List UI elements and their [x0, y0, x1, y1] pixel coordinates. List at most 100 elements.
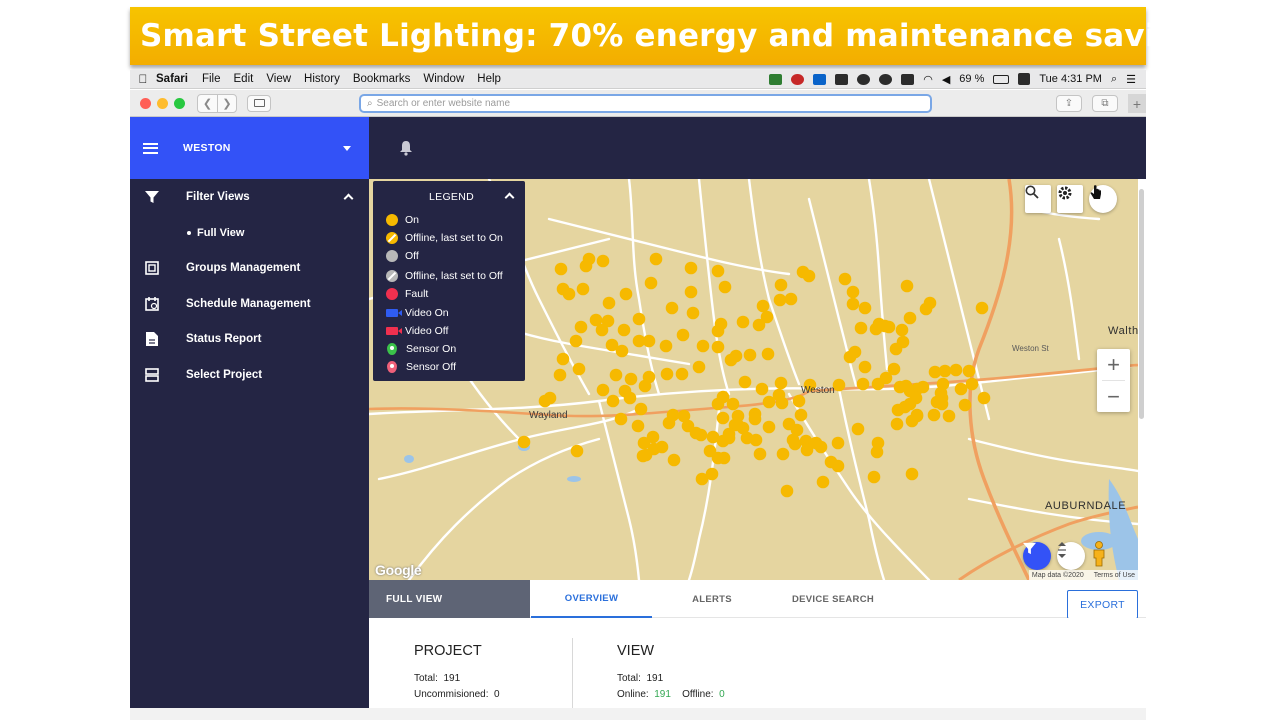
streetlight-marker[interactable] — [637, 436, 651, 450]
menu-file[interactable]: File — [202, 73, 221, 85]
streetlight-marker[interactable] — [962, 364, 976, 378]
streetlight-marker[interactable] — [738, 375, 752, 389]
menubar-clock[interactable]: Tue 4:31 PM — [1039, 73, 1102, 85]
tab-overview[interactable]: OVERVIEW — [531, 580, 652, 618]
export-button[interactable]: EXPORT — [1067, 590, 1138, 619]
streetlight-marker[interactable] — [615, 344, 629, 358]
streetlight-marker[interactable] — [743, 348, 757, 362]
dropbox-icon[interactable] — [813, 73, 827, 85]
share-button[interactable]: ⇪ — [1056, 95, 1082, 112]
notification-badge-icon[interactable] — [791, 73, 805, 85]
streetlight-marker[interactable] — [689, 426, 703, 440]
streetlight-marker[interactable] — [666, 408, 680, 422]
notifications-bell-icon[interactable] — [399, 140, 413, 161]
streetlight-marker[interactable] — [895, 323, 909, 337]
streetlight-marker[interactable] — [649, 252, 663, 266]
nav-schedule-management[interactable]: Schedule Management — [130, 286, 369, 322]
map-expand-button[interactable] — [1057, 542, 1085, 570]
streetlight-marker[interactable] — [831, 436, 845, 450]
streetlight-marker[interactable] — [782, 417, 796, 431]
streetlight-marker[interactable] — [882, 320, 896, 334]
nav-status-report[interactable]: Status Report — [130, 322, 369, 358]
streetlight-marker[interactable] — [780, 484, 794, 498]
streetlight-marker[interactable] — [858, 301, 872, 315]
streetlight-marker[interactable] — [576, 282, 590, 296]
zoom-out-button[interactable]: − — [1097, 381, 1130, 412]
streetlight-marker[interactable] — [684, 261, 698, 275]
streetlight-marker[interactable] — [965, 377, 979, 391]
streetlight-marker[interactable] — [596, 383, 610, 397]
streetlight-marker[interactable] — [696, 339, 710, 353]
streetlight-marker[interactable] — [975, 301, 989, 315]
streetlight-marker[interactable] — [794, 408, 808, 422]
volume-icon[interactable]: ◀ — [942, 73, 950, 86]
nav-select-project[interactable]: Select Project — [130, 357, 369, 393]
streetlight-marker[interactable] — [692, 360, 706, 374]
streetlight-marker[interactable] — [753, 447, 767, 461]
upload-icon[interactable] — [769, 73, 783, 85]
streetlight-marker[interactable] — [786, 433, 800, 447]
streetlight-marker[interactable] — [977, 391, 991, 405]
streetlight-marker[interactable] — [949, 363, 963, 377]
battery-icon[interactable] — [993, 74, 1010, 84]
new-tab-button[interactable]: + — [1128, 94, 1146, 113]
streetlight-marker[interactable] — [891, 403, 905, 417]
streetlight-marker[interactable] — [762, 395, 776, 409]
streetlight-marker[interactable] — [927, 408, 941, 422]
wifi-icon[interactable]: ◠ — [923, 73, 933, 86]
nav-full-view[interactable]: Full View — [130, 215, 369, 251]
streetlight-marker[interactable] — [838, 272, 852, 286]
streetlight-marker[interactable] — [905, 467, 919, 481]
minimize-window-icon[interactable] — [157, 97, 168, 109]
forward-button[interactable]: ❯ — [217, 94, 236, 112]
streetlight-marker[interactable] — [717, 451, 731, 465]
streetlight-marker[interactable] — [667, 453, 681, 467]
tab-device-search[interactable]: DEVICE SEARCH — [779, 580, 887, 618]
streetlight-marker[interactable] — [930, 395, 944, 409]
streetlight-marker[interactable] — [718, 280, 732, 294]
streetlight-marker[interactable] — [755, 382, 769, 396]
apple-icon[interactable]:  — [130, 72, 156, 86]
map-scrollbar[interactable] — [1138, 179, 1146, 580]
streetlight-marker[interactable] — [659, 339, 673, 353]
map-search-button[interactable] — [1025, 185, 1051, 213]
streetlight-marker[interactable] — [762, 420, 776, 434]
zoom-in-button[interactable]: + — [1097, 349, 1130, 380]
streetlight-marker[interactable] — [774, 278, 788, 292]
streetlight-marker[interactable] — [729, 349, 743, 363]
streetlight-marker[interactable] — [900, 279, 914, 293]
streetlight-marker[interactable] — [816, 475, 830, 489]
address-bar[interactable]: ⌕ Search or enter website name — [359, 94, 932, 113]
streetlight-marker[interactable] — [954, 382, 968, 396]
streetlight-marker[interactable] — [784, 292, 798, 306]
streetlight-marker[interactable] — [761, 347, 775, 361]
streetlight-marker[interactable] — [579, 259, 593, 273]
streetlight-marker[interactable] — [726, 397, 740, 411]
streetlight-marker[interactable] — [889, 342, 903, 356]
tab-alerts[interactable]: ALERTS — [669, 580, 755, 618]
streetlight-marker[interactable] — [569, 334, 583, 348]
streetlight-marker[interactable] — [572, 362, 586, 376]
streetlight-marker[interactable] — [596, 254, 610, 268]
streetlight-marker[interactable] — [775, 396, 789, 410]
streetlight-marker[interactable] — [831, 459, 845, 473]
screen-icon[interactable] — [835, 73, 849, 85]
streetlight-marker[interactable] — [774, 376, 788, 390]
streetlight-marker[interactable] — [851, 422, 865, 436]
map-view[interactable]: LEGEND On Offline, last set to On Off Of… — [369, 179, 1138, 580]
streetlight-marker[interactable] — [848, 345, 862, 359]
streetlight-marker[interactable] — [714, 317, 728, 331]
close-window-icon[interactable] — [140, 97, 151, 109]
nav-groups-management[interactable]: Groups Management — [130, 251, 369, 287]
streetlight-marker[interactable] — [554, 262, 568, 276]
terms-link[interactable]: Terms of Use — [1094, 572, 1135, 579]
street-view-pegman[interactable] — [1091, 541, 1115, 571]
nav-filter-views[interactable]: Filter Views — [130, 179, 369, 215]
streetlight-marker[interactable] — [642, 334, 656, 348]
menu-history[interactable]: History — [304, 73, 340, 85]
streetlight-marker[interactable] — [638, 379, 652, 393]
streetlight-marker[interactable] — [589, 313, 603, 327]
streetlight-marker[interactable] — [919, 302, 933, 316]
menu-help[interactable]: Help — [477, 73, 501, 85]
streetlight-marker[interactable] — [903, 311, 917, 325]
